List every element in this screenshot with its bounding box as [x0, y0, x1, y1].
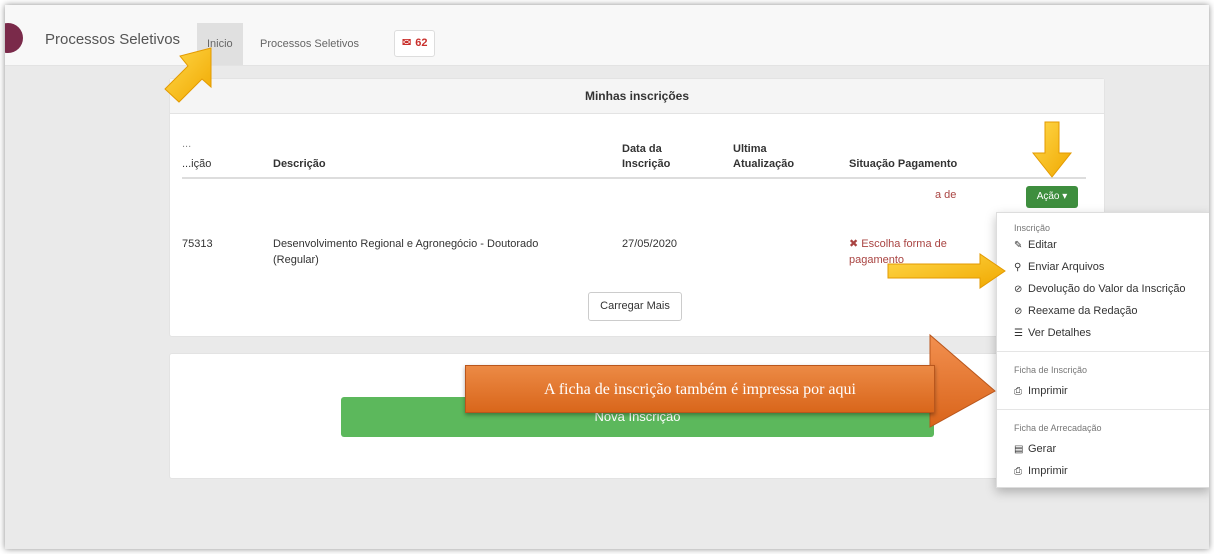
arrow-pointing-enviar — [887, 253, 1006, 289]
app-window: Processos Seletivos Inicio Processos Sel… — [5, 5, 1209, 549]
callout-banner: A ficha de inscrição também é impressa p… — [465, 365, 935, 413]
arrow-pointing-acao — [1031, 121, 1073, 178]
annotation-overlay — [164, 47, 1073, 428]
callout-arrow-head — [929, 333, 996, 428]
arrow-pointing-inicio — [164, 47, 212, 103]
